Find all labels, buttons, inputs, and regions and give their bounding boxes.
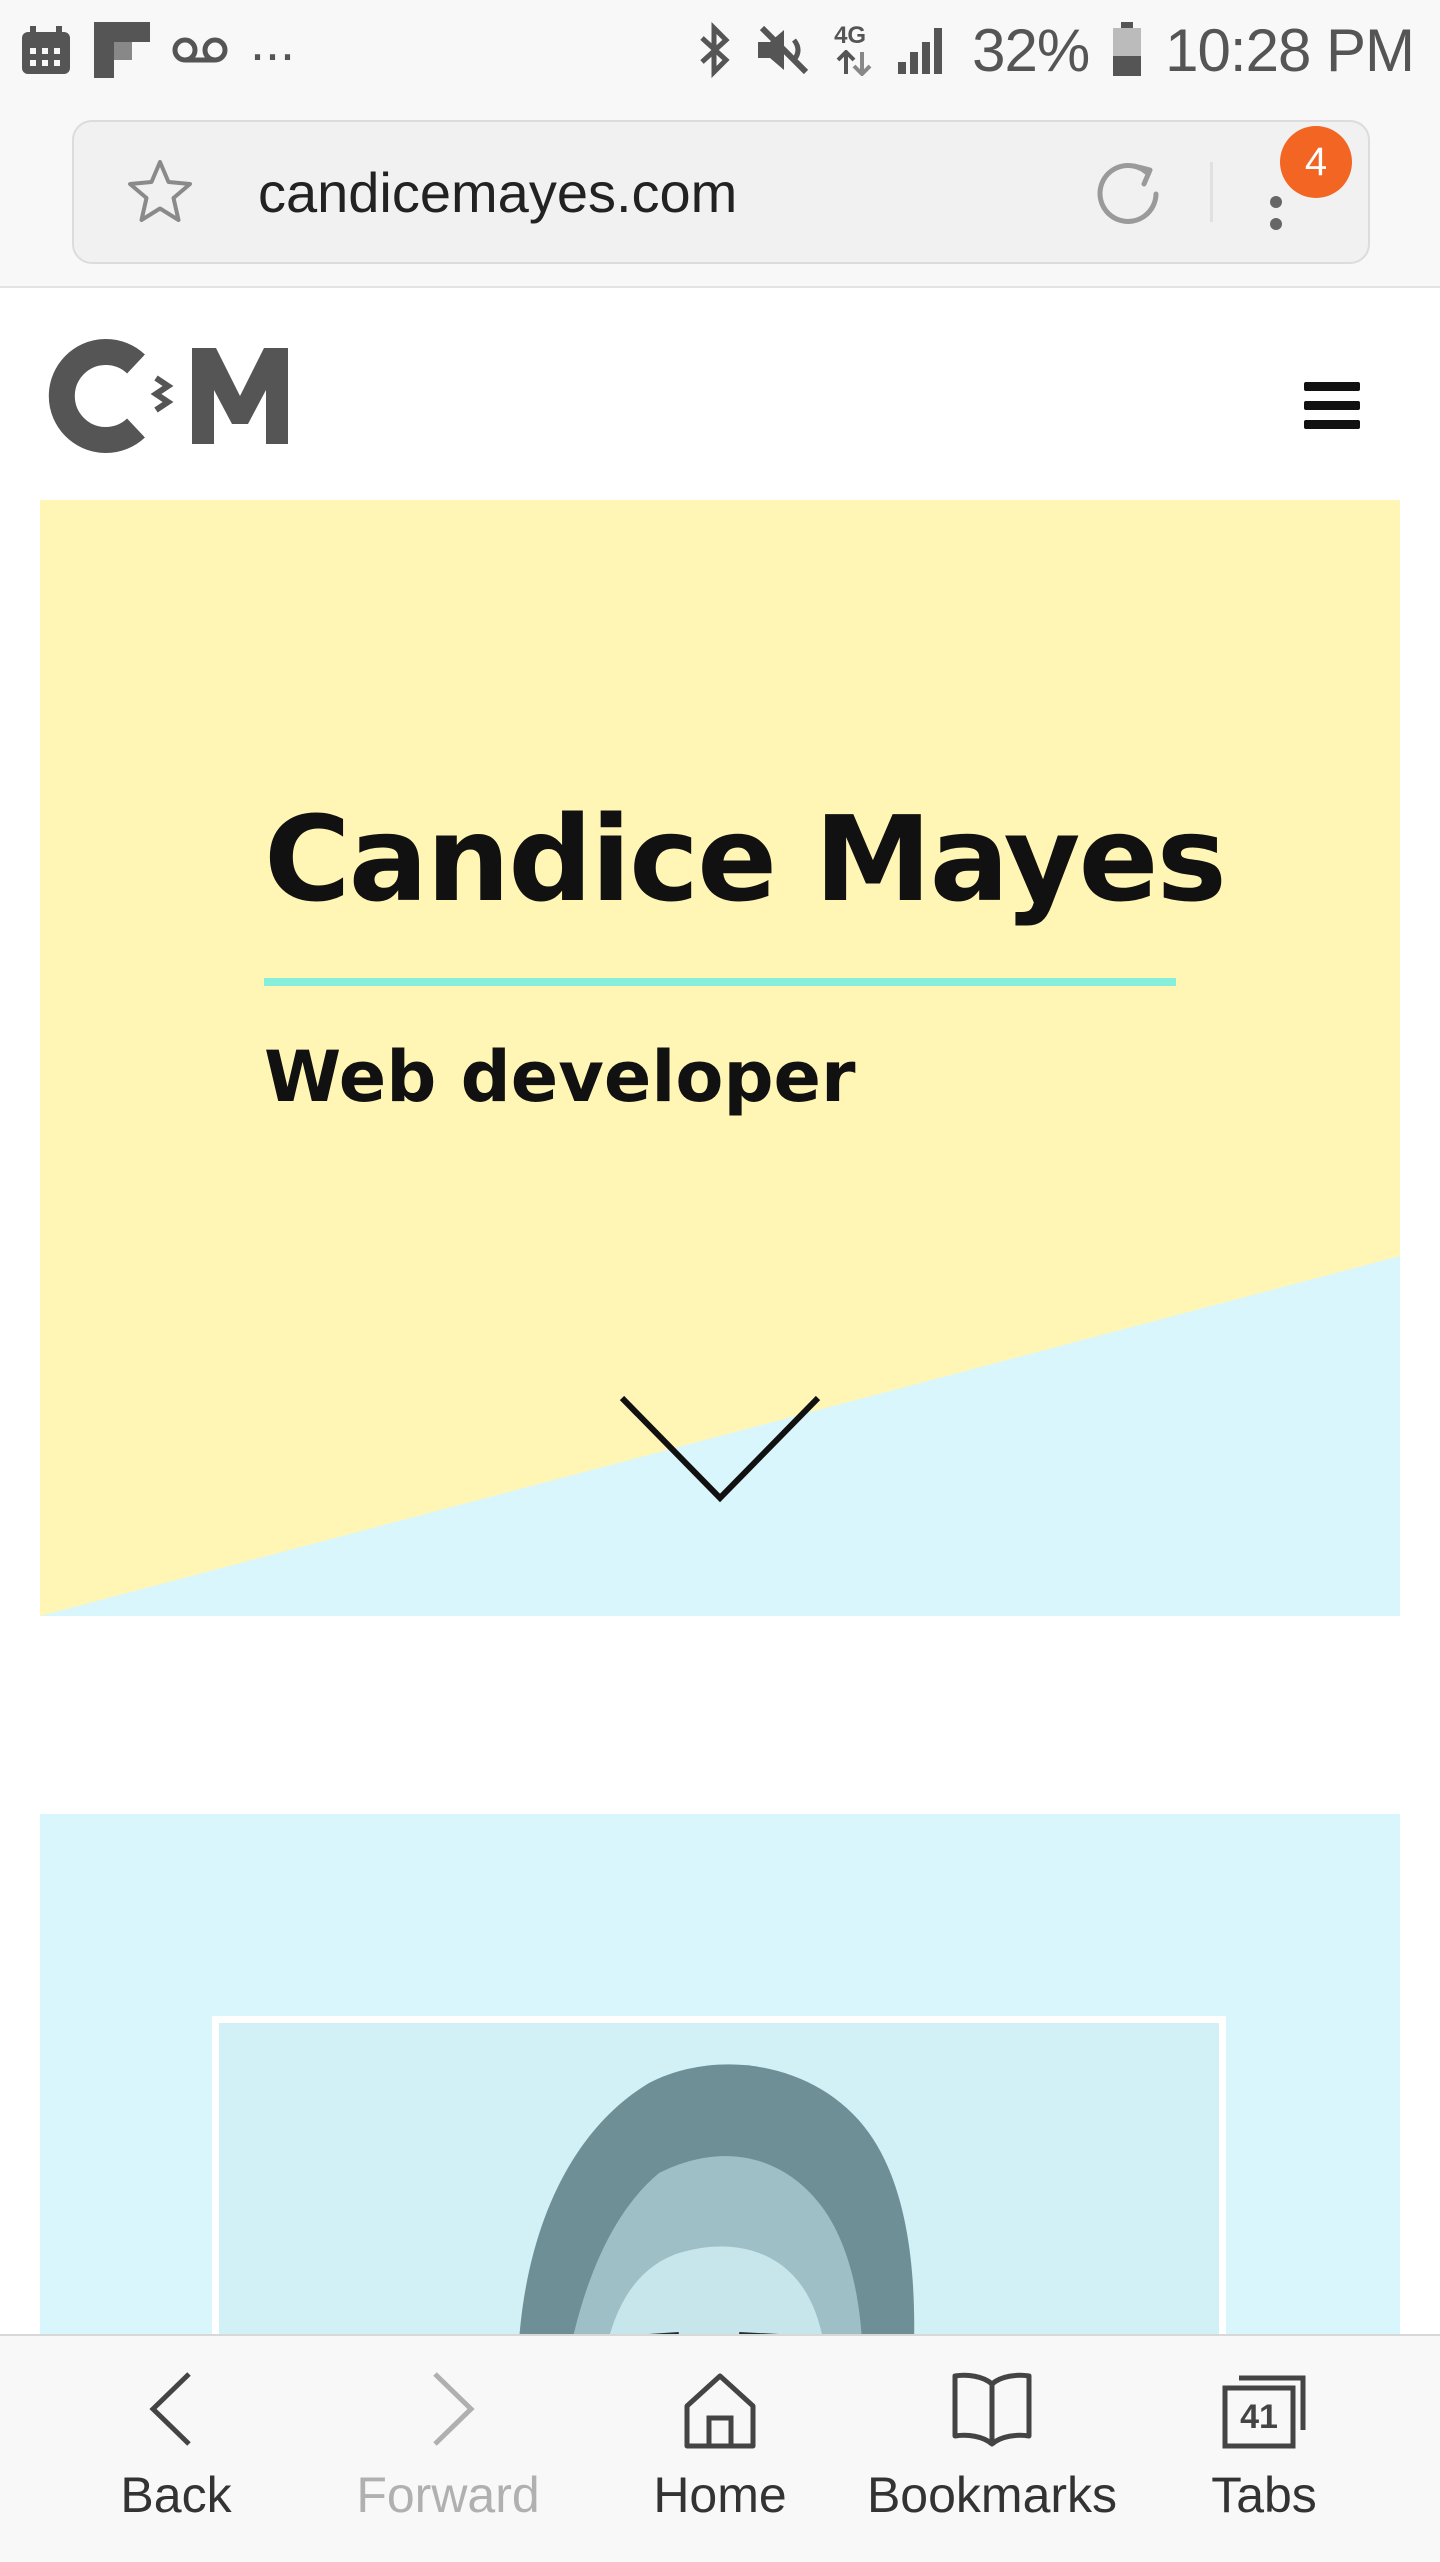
home-icon [684, 2373, 756, 2449]
hero-section: Candice Mayes Web developer [40, 500, 1400, 1616]
bookmarks-label: Bookmarks [866, 2467, 1118, 2523]
back-label: Back [120, 2467, 232, 2523]
status-notifications: ... [20, 15, 295, 78]
tabs-button[interactable]: 41 Tabs [1124, 2364, 1404, 2544]
bookmarks-button[interactable]: Bookmarks [852, 2364, 1132, 2544]
portrait-frame [212, 2016, 1226, 2334]
battery-percent: 32% [972, 16, 1090, 84]
browser-toolbar: candicemayes.com 4 [0, 100, 1440, 288]
voicemail-icon [172, 37, 228, 63]
forward-button[interactable]: Forward [308, 2364, 588, 2544]
signal-icon [898, 28, 943, 74]
tabs-icon: 41 [1219, 2364, 1309, 2454]
forward-label: Forward [356, 2467, 540, 2523]
cm-logo[interactable] [44, 334, 314, 454]
portrait-photo [219, 2023, 1219, 2334]
tabs-label: Tabs [1211, 2467, 1317, 2523]
back-button[interactable]: Back [36, 2364, 316, 2544]
network-type: 4G [834, 22, 867, 49]
tab-count: 41 [1240, 2398, 1278, 2436]
reload-icon[interactable] [1094, 158, 1166, 230]
browser-bottom-nav: Back Forward Home Bookmarks 41 Tabs [0, 2334, 1440, 2562]
home-label: Home [653, 2467, 787, 2523]
about-section [40, 1814, 1400, 2334]
address-bar[interactable]: candicemayes.com 4 [72, 120, 1370, 264]
bookmark-star-icon[interactable] [124, 156, 196, 228]
more-notifications-indicator: ... [250, 12, 296, 72]
url-text[interactable]: candicemayes.com [258, 160, 737, 225]
data-arrows-icon [836, 50, 872, 76]
home-button[interactable]: Home [580, 2364, 860, 2544]
hamburger-bar [1304, 420, 1360, 429]
hero-underline [264, 978, 1176, 986]
address-bar-divider [1210, 162, 1213, 222]
hamburger-bar [1304, 382, 1360, 391]
clock: 10:28 PM [1165, 16, 1415, 84]
status-bar: ... 4G 32% 10:28 PM [0, 0, 1440, 100]
hero-subtitle: Web developer [264, 1036, 856, 1118]
status-system: 4G 32% 10:28 PM [696, 16, 1415, 84]
flipboard-icon [94, 22, 150, 78]
vibrate-mute-icon [758, 25, 809, 75]
chevron-left-icon [149, 2372, 191, 2446]
battery-icon [1113, 22, 1142, 76]
book-icon [952, 2372, 1032, 2447]
notification-badge: 4 [1280, 126, 1352, 198]
bluetooth-icon [700, 22, 730, 78]
scroll-down-chevron-icon[interactable] [618, 1394, 822, 1506]
calendar-icon [22, 26, 70, 74]
network-indicator: 4G [834, 22, 874, 78]
site-header [0, 288, 1440, 498]
hamburger-menu-button[interactable] [1304, 382, 1360, 430]
hero-title: Candice Mayes [264, 790, 1227, 928]
hamburger-bar [1304, 401, 1360, 410]
chevron-right-icon [433, 2372, 475, 2446]
